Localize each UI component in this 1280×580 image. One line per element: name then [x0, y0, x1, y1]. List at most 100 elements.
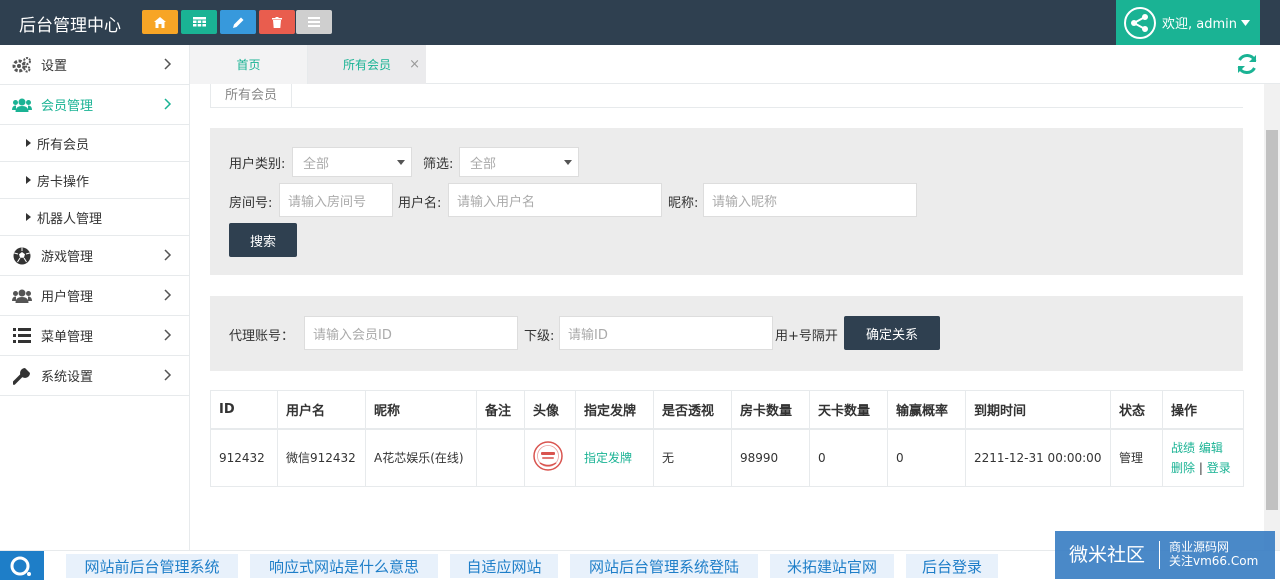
- cell-status: 管理: [1110, 428, 1163, 487]
- room-number-input[interactable]: 请输入房间号: [279, 183, 393, 217]
- stats-link[interactable]: 战绩: [1171, 441, 1195, 455]
- login-link[interactable]: 登录: [1207, 461, 1231, 475]
- user-type-select[interactable]: 全部: [292, 147, 412, 177]
- cell-expire: 2211-12-31 00:00:00: [965, 428, 1111, 487]
- caret-down-icon: [397, 160, 405, 165]
- menu-button[interactable]: [296, 10, 332, 34]
- sidebar-item-label: 系统设置: [41, 370, 94, 385]
- bottom-link[interactable]: 响应式网站是什么意思: [250, 554, 438, 578]
- bottom-link[interactable]: 自适应网站: [450, 554, 558, 578]
- column-header: 备注: [476, 390, 525, 430]
- bottom-link[interactable]: 网站前后台管理系统: [66, 554, 238, 578]
- sidebar-item-system-settings[interactable]: 系统设置: [0, 356, 189, 396]
- pencil-icon: [232, 17, 243, 28]
- chevron-right-icon: [164, 249, 172, 261]
- username-input[interactable]: 请输入用户名: [448, 183, 662, 217]
- table-row: 912432 微信912432 A花芯娱乐(在线) 指定发牌 无 98990 0…: [210, 428, 1244, 487]
- content-tab-all-members[interactable]: 所有会员: [210, 84, 292, 108]
- cell-win-rate: 0: [887, 428, 966, 487]
- tab-label: 首页: [236, 58, 261, 72]
- refresh-icon[interactable]: [1235, 52, 1259, 76]
- agent-account-placeholder: 请输入会员ID: [313, 327, 392, 343]
- search-panel: 用户类别: 全部 筛选: 全部 房间号: 请输入房间号 用户名: 请输入用户名 …: [210, 128, 1243, 275]
- sidebar-item-label: 用户管理: [41, 290, 94, 305]
- delete-link[interactable]: 删除: [1171, 461, 1195, 475]
- scrollbar-thumb[interactable]: [1266, 130, 1278, 510]
- cell-avatar: [524, 428, 576, 487]
- column-header: 用户名: [277, 390, 366, 430]
- content-tab-divider: [292, 107, 1243, 108]
- sidebar-subitem-robots[interactable]: 机器人管理: [0, 199, 189, 236]
- filter-label: 筛选:: [423, 157, 454, 172]
- watermark-line2: 关注vm66.Com: [1169, 554, 1259, 568]
- deal-link[interactable]: 指定发牌: [584, 451, 632, 465]
- sidebar-item-settings[interactable]: 设置: [0, 45, 189, 85]
- table-button[interactable]: [181, 10, 217, 34]
- home-icon: [154, 16, 166, 28]
- sidebar-item-label: 会员管理: [41, 99, 94, 114]
- delete-button[interactable]: [259, 10, 295, 34]
- separator-hint: 用+号隔开: [775, 329, 838, 344]
- column-header: 是否透视: [653, 390, 732, 430]
- user-greeting: 欢迎, admin: [1162, 17, 1237, 32]
- sidebar-subitem-room-cards[interactable]: 房卡操作: [0, 162, 189, 199]
- main-content: 所有会员 用户类别: 全部 筛选: 全部 房间号: 请输入房间号 用户名: 请输…: [190, 84, 1264, 550]
- room-label: 房间号:: [229, 196, 273, 211]
- column-header: 头像: [524, 390, 576, 430]
- cell-nickname: A花芯娱乐(在线): [365, 428, 477, 487]
- tab-all-members[interactable]: 所有会员 ×: [308, 45, 426, 84]
- search-button[interactable]: 搜索: [229, 223, 297, 257]
- wrench-icon: [12, 366, 32, 386]
- watermark: 微米社区 商业源码网 关注vm66.Com: [1055, 531, 1275, 579]
- menu-icon: [308, 17, 320, 27]
- sidebar-item-member-management[interactable]: 会员管理: [0, 85, 189, 125]
- tab-home[interactable]: 首页: [190, 45, 308, 84]
- sidebar-subitem-all-members[interactable]: 所有会员: [0, 125, 189, 162]
- watermark-name: 微米社区: [1069, 544, 1146, 566]
- watermark-divider: [1159, 541, 1160, 569]
- caret-right-icon: [26, 176, 31, 184]
- users-icon: [12, 286, 32, 306]
- members-table: ID 用户名 昵称 备注 头像 指定发牌 是否透视 房卡数量 天卡数量 输赢概率…: [210, 390, 1244, 487]
- cell-id: 912432: [210, 428, 278, 487]
- column-header: 到期时间: [965, 390, 1111, 430]
- nickname-input[interactable]: 请输入昵称: [703, 183, 917, 217]
- confirm-relation-button[interactable]: 确定关系: [844, 316, 940, 350]
- page-tabs: 首页 所有会员 ×: [190, 45, 1280, 84]
- sidebar-item-label: 游戏管理: [41, 250, 94, 265]
- user-type-value: 全部: [303, 156, 330, 172]
- cell-room-cards: 98990: [731, 428, 810, 487]
- column-header: 输赢概率: [887, 390, 966, 430]
- chevron-right-icon: [164, 289, 172, 301]
- filter-select[interactable]: 全部: [459, 147, 579, 177]
- sidebar-item-user-management[interactable]: 用户管理: [0, 276, 189, 316]
- user-menu[interactable]: 欢迎, admin: [1116, 0, 1260, 45]
- close-icon[interactable]: ×: [409, 57, 420, 72]
- caret-right-icon: [26, 213, 31, 221]
- soccer-icon: [12, 246, 32, 266]
- edit-link[interactable]: 编辑: [1199, 441, 1223, 455]
- column-header: ID: [210, 390, 278, 430]
- bottom-logo: [0, 551, 44, 580]
- sidebar-item-menu-management[interactable]: 菜单管理: [0, 316, 189, 356]
- bottom-link[interactable]: 米拓建站官网: [770, 554, 894, 578]
- table-header-row: ID 用户名 昵称 备注 头像 指定发牌 是否透视 房卡数量 天卡数量 输赢概率…: [210, 390, 1244, 430]
- bottom-link[interactable]: 后台登录: [906, 554, 998, 578]
- cell-day-cards: 0: [809, 428, 888, 487]
- subordinate-label: 下级:: [524, 329, 555, 344]
- top-bar: 后台管理中心 欢迎, admin: [0, 0, 1280, 45]
- bottom-link[interactable]: 网站后台管理系统登陆: [570, 554, 758, 578]
- column-header: 状态: [1110, 390, 1163, 430]
- sidebar-item-label: 设置: [41, 59, 68, 74]
- subordinate-input[interactable]: 请输ID: [559, 316, 773, 350]
- users-icon: [12, 95, 32, 115]
- sidebar-subitem-label: 所有会员: [37, 137, 90, 153]
- room-number-placeholder: 请输入房间号: [288, 194, 367, 210]
- cell-deal-link[interactable]: 指定发牌: [575, 428, 654, 487]
- agent-account-input[interactable]: 请输入会员ID: [304, 316, 518, 350]
- watermark-line1: 商业源码网: [1169, 540, 1230, 554]
- sidebar-item-game-management[interactable]: 游戏管理: [0, 236, 189, 276]
- cell-username: 微信912432: [277, 428, 366, 487]
- home-button[interactable]: [142, 10, 178, 34]
- edit-button[interactable]: [220, 10, 256, 34]
